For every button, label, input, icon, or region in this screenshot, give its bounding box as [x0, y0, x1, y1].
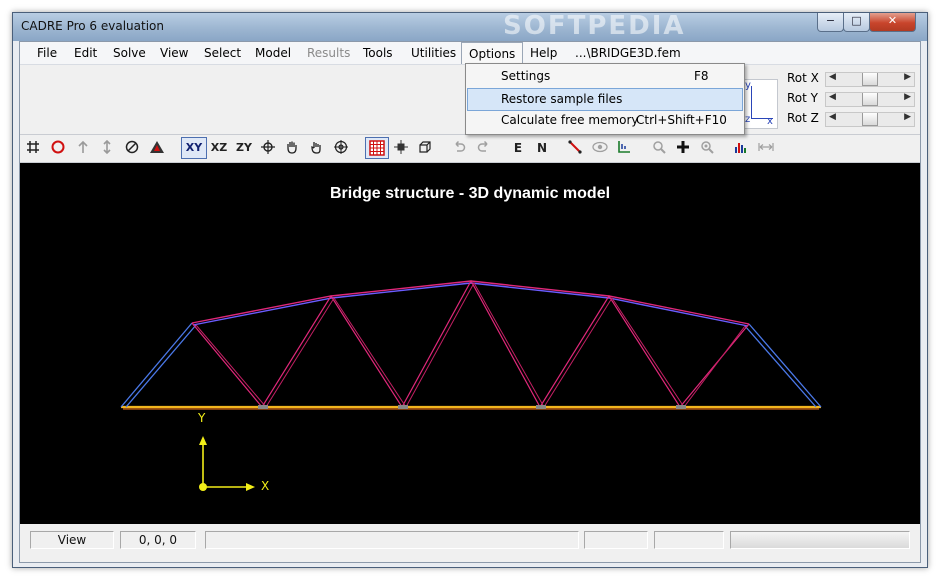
- axis-x-label: X: [261, 479, 270, 493]
- top-chord: [191, 280, 750, 327]
- redo-icon[interactable]: [473, 138, 495, 158]
- arrow-up-icon[interactable]: [72, 138, 94, 158]
- axis-preview: y z x: [742, 79, 778, 129]
- softpedia-watermark: SOFTPEDIA: [503, 11, 686, 41]
- menu-item-settings-shortcut: F8: [694, 69, 709, 83]
- status-mode: View: [30, 531, 114, 549]
- axis-preview-y-label: y: [745, 80, 751, 91]
- view-xy-button[interactable]: XY: [181, 137, 207, 159]
- node-icon[interactable]: [390, 138, 412, 158]
- deck-chord: [121, 405, 821, 410]
- zoom-icon[interactable]: [648, 138, 670, 158]
- status-panel-5: [654, 531, 724, 549]
- rot-y-label: Rot Y: [787, 91, 818, 105]
- pan-hand-icon[interactable]: [281, 138, 303, 158]
- rot-y-thumb[interactable]: [862, 93, 878, 106]
- rot-x-thumb[interactable]: [862, 73, 878, 86]
- grid-snap-icon[interactable]: [365, 137, 389, 159]
- dimension-icon[interactable]: [755, 138, 777, 158]
- menu-utilities[interactable]: Utilities: [404, 42, 463, 64]
- app-window: CADRE Pro 6 evaluation SOFTPEDIA − □ ✕ F…: [12, 11, 928, 568]
- file-path-label: ...\BRIDGE3D.fem: [575, 46, 681, 60]
- rot-z-right-arrow-icon[interactable]: ▶: [904, 112, 911, 122]
- move-crosshair-icon[interactable]: [257, 138, 279, 158]
- support-triangle-icon[interactable]: [146, 138, 168, 158]
- options-dropdown-menu: Settings F8 Restore sample files Calcula…: [465, 63, 745, 135]
- window-title: CADRE Pro 6 evaluation: [21, 19, 164, 33]
- bridge-drawing: [120, 279, 822, 491]
- close-button[interactable]: ✕: [869, 13, 916, 32]
- progress-bar: [730, 531, 910, 549]
- menu-item-calculate-free-memory[interactable]: Calculate free memory Ctrl+Shift+F10: [468, 110, 742, 131]
- toolbar: XY XZ ZY E N: [20, 135, 920, 163]
- rot-x-slider[interactable]: ◀ ▶: [825, 72, 915, 87]
- menu-solve[interactable]: Solve: [106, 42, 153, 64]
- menu-file[interactable]: File: [30, 42, 64, 64]
- cube-icon[interactable]: [414, 138, 436, 158]
- menu-results[interactable]: Results: [300, 42, 357, 64]
- view-zy-button[interactable]: ZY: [232, 138, 256, 158]
- rot-x-right-arrow-icon[interactable]: ▶: [904, 72, 911, 82]
- eye-icon[interactable]: [589, 138, 611, 158]
- minimize-button[interactable]: −: [817, 13, 844, 32]
- web-members: [191, 279, 750, 409]
- no-entry-icon[interactable]: [121, 138, 143, 158]
- menu-options[interactable]: Options: [461, 42, 524, 64]
- model-canvas[interactable]: Bridge structure - 3D dynamic model Y X: [20, 163, 920, 524]
- menu-item-calculate-shortcut: Ctrl+Shift+F10: [636, 113, 727, 127]
- rot-y-right-arrow-icon[interactable]: ▶: [904, 92, 911, 102]
- rot-y-slider[interactable]: ◀ ▶: [825, 92, 915, 107]
- menu-bar: File Edit Solve View Select Model Result…: [20, 42, 920, 65]
- coordinate-axes-icon: [199, 436, 255, 491]
- rot-z-left-arrow-icon[interactable]: ◀: [829, 112, 836, 122]
- status-bar: View 0, 0, 0: [20, 528, 920, 552]
- target-icon[interactable]: [330, 138, 352, 158]
- member-line-icon[interactable]: [564, 138, 586, 158]
- circle-tool-icon[interactable]: [47, 138, 69, 158]
- zoom-fit-icon[interactable]: [696, 138, 718, 158]
- axis-preview-z-label: z: [745, 114, 751, 125]
- element-e-button[interactable]: E: [507, 138, 529, 158]
- menu-view[interactable]: View: [153, 42, 195, 64]
- axes-plot-icon[interactable]: [613, 138, 635, 158]
- point-hand-icon[interactable]: [305, 138, 327, 158]
- plus-icon[interactable]: [672, 138, 694, 158]
- rot-x-label: Rot X: [787, 71, 819, 85]
- menu-item-restore-sample-files[interactable]: Restore sample files: [467, 88, 743, 111]
- axis-preview-vertical-line: [751, 86, 752, 118]
- status-message: [205, 531, 579, 549]
- rot-z-thumb[interactable]: [862, 113, 878, 126]
- maximize-button[interactable]: □: [843, 13, 870, 32]
- title-bar[interactable]: CADRE Pro 6 evaluation SOFTPEDIA − □ ✕: [13, 11, 927, 41]
- rot-z-slider[interactable]: ◀ ▶: [825, 112, 915, 127]
- bar-chart-icon[interactable]: [730, 138, 752, 158]
- undo-icon[interactable]: [448, 138, 470, 158]
- menu-item-settings-label: Settings: [501, 69, 551, 83]
- menu-item-settings[interactable]: Settings F8: [468, 66, 742, 87]
- axis-preview-x-label: x: [767, 116, 773, 127]
- menu-item-restore-label: Restore sample files: [501, 92, 623, 106]
- arrow-updown-icon[interactable]: [96, 138, 118, 158]
- menu-item-calculate-label: Calculate free memory: [501, 113, 639, 127]
- axis-y-label: Y: [198, 411, 206, 425]
- rot-x-left-arrow-icon[interactable]: ◀: [829, 72, 836, 82]
- menu-edit[interactable]: Edit: [67, 42, 104, 64]
- rot-y-left-arrow-icon[interactable]: ◀: [829, 92, 836, 102]
- menu-tools[interactable]: Tools: [356, 42, 400, 64]
- view-xz-button[interactable]: XZ: [207, 138, 231, 158]
- status-coords: 0, 0, 0: [120, 531, 196, 549]
- menu-model[interactable]: Model: [248, 42, 298, 64]
- menu-select[interactable]: Select: [197, 42, 248, 64]
- status-panel-4: [584, 531, 648, 549]
- node-n-button[interactable]: N: [531, 138, 553, 158]
- rot-z-label: Rot Z: [787, 111, 819, 125]
- grid-hash-icon[interactable]: [22, 138, 44, 158]
- menu-help[interactable]: Help: [523, 42, 564, 64]
